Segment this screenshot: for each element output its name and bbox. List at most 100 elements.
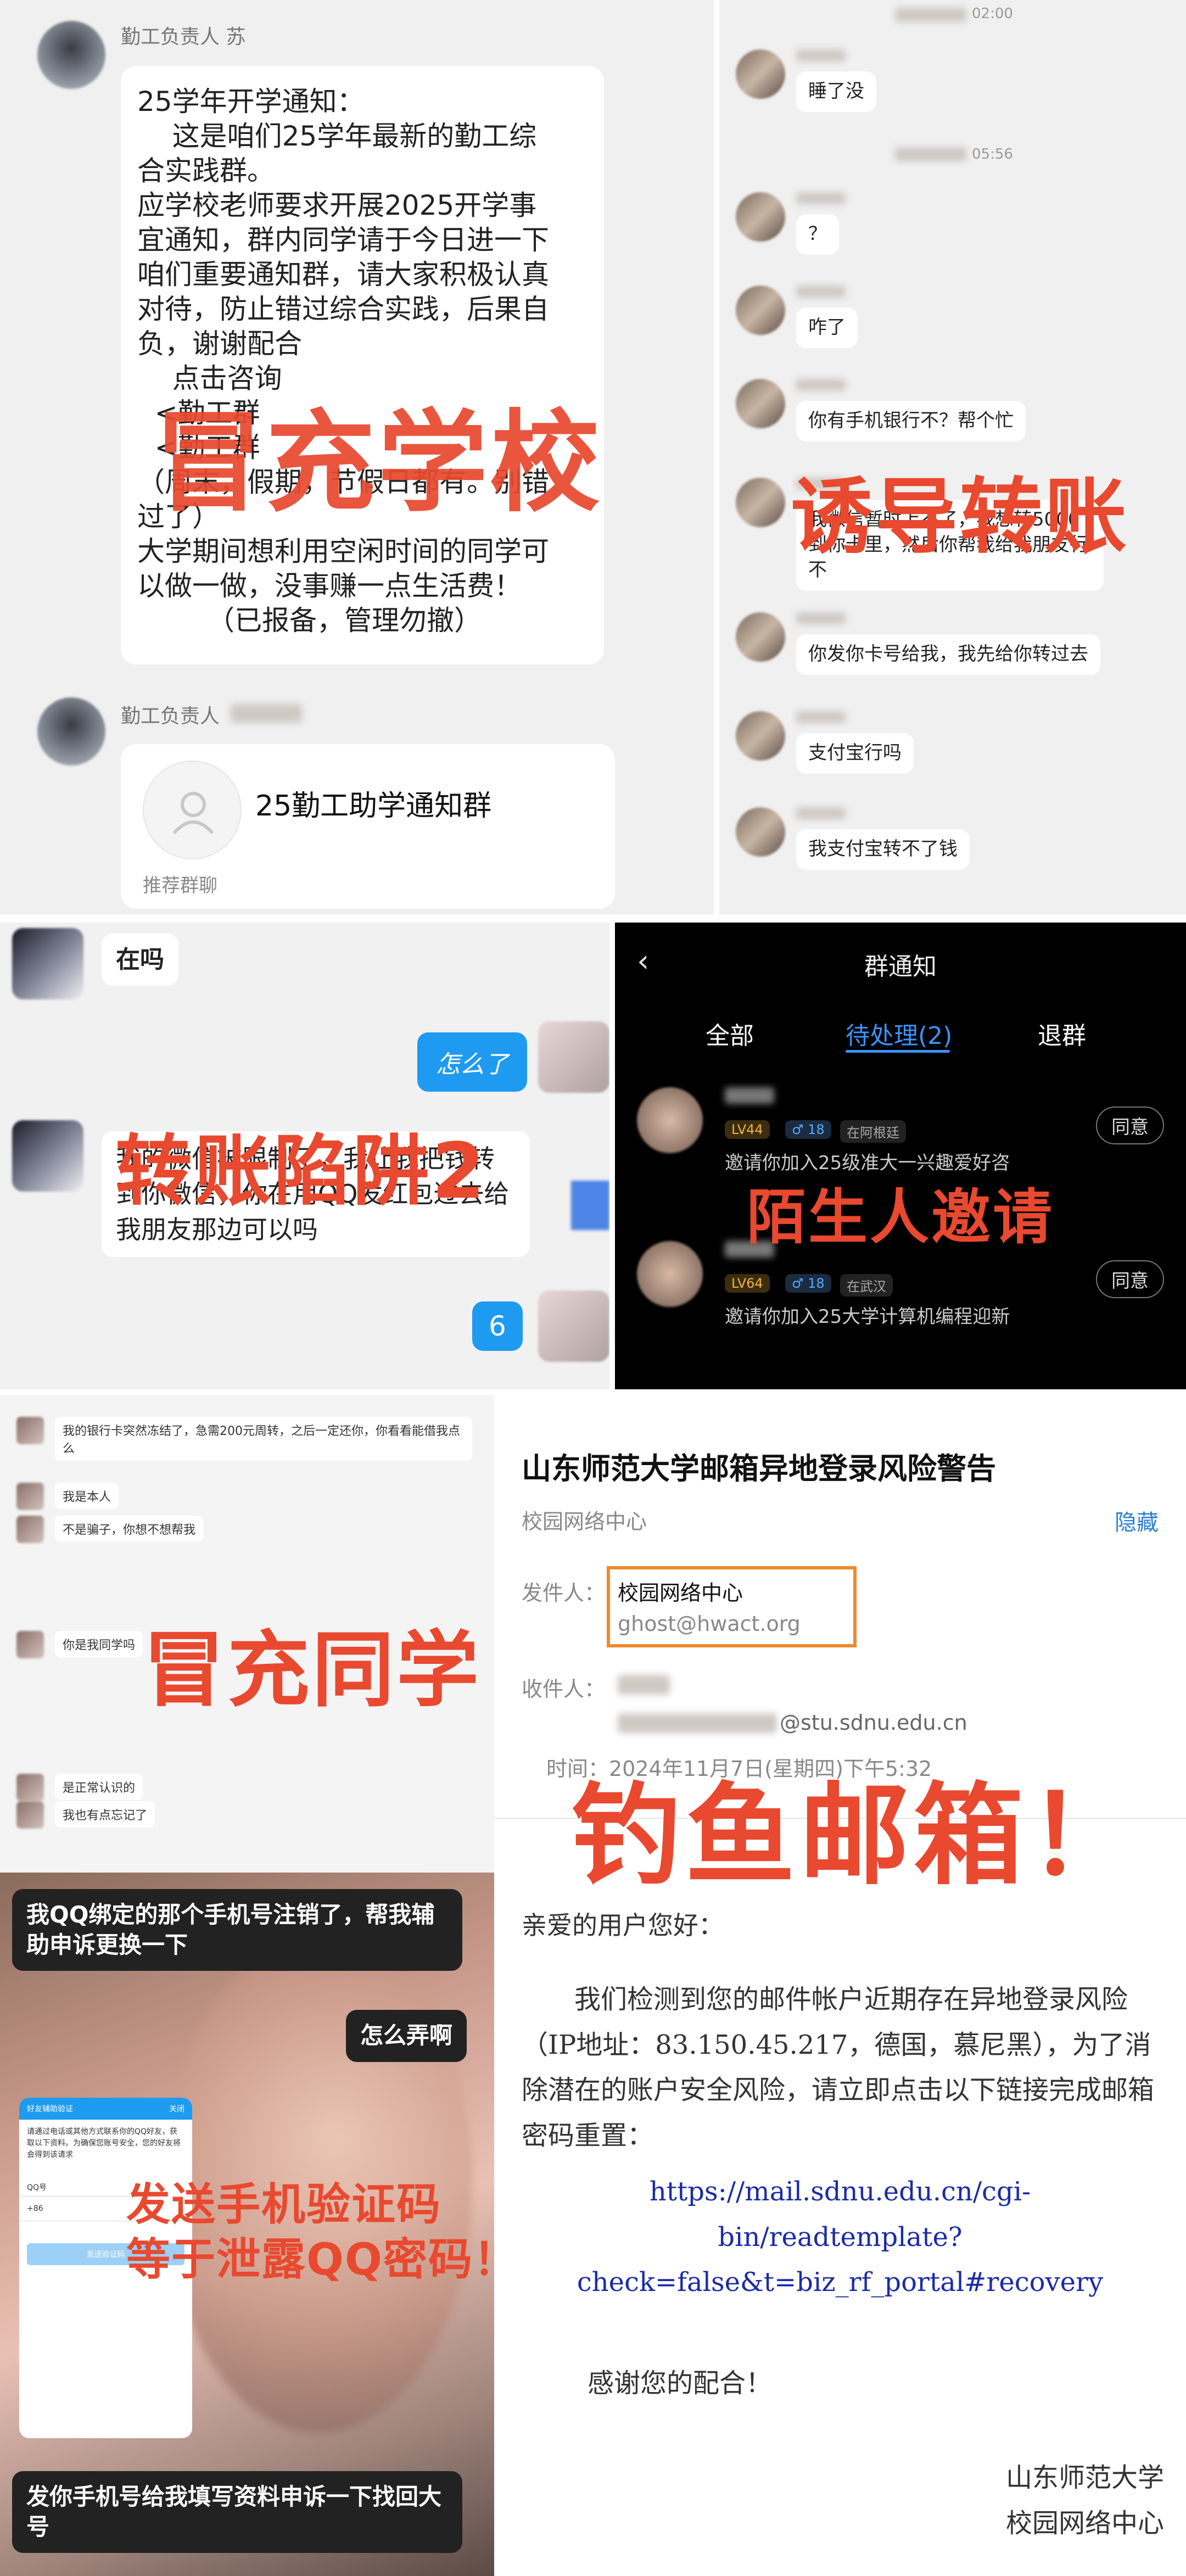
page-title: 群通知 (864, 953, 937, 981)
inviter-avatar[interactable] (637, 1241, 703, 1307)
sender-label: 发件人： (522, 1581, 606, 1605)
location-badge: 在阿根廷 (840, 1120, 906, 1143)
recipient-name-blur (618, 1675, 670, 1695)
contact-avatar[interactable] (16, 1417, 44, 1444)
thanks: 感谢您的配合！ (588, 2368, 773, 2399)
recipient-id-blur (618, 1713, 777, 1733)
email-body: 我们检测到您的邮件帐户近期存在异地登录风险（IP地址：83.150.45.217… (522, 1984, 1155, 2151)
warning-phishing-email: 钓鱼邮箱！ (571, 1771, 1143, 1900)
tab-all[interactable]: 全部 (706, 1016, 754, 1051)
level-badge: LV64 (725, 1274, 770, 1293)
msg-how: 怎么弄啊 (346, 2010, 467, 2062)
panel-induce-transfer: 02:00 05:56 睡了没？咋了 你有手机银行不？帮个忙 我微信暂时上不了，我想… (719, 0, 1186, 914)
warning-qq-code-line1: 发送手机验证码 (126, 2179, 441, 2230)
chat-message: 我支付宝转不了钱 (796, 829, 970, 870)
panel-fake-classmate: 我的银行卡突然冻结了，急需200元周转，之后一定还你，你看看能借我点么 我是本人不… (0, 1395, 494, 1873)
chat-message: 你发你卡号给我，我先给你转过去 (796, 634, 1100, 675)
email-subject: 山东师范大学邮箱异地登录风险警告 (522, 1451, 996, 1486)
msg-six: 6 (472, 1301, 523, 1351)
email-from-label: 校园网络中心 (522, 1510, 647, 1534)
notice-line: 合实践群。 (137, 155, 275, 187)
notice-line: 宜通知，群内同学请于今日进一下 (137, 224, 549, 256)
contact-avatar[interactable] (736, 49, 785, 99)
contact-name-blur (796, 807, 846, 819)
recipient-domain: @stu.sdnu.edu.cn (780, 1711, 967, 1735)
contact-avatar[interactable] (16, 1516, 44, 1543)
contact-avatar[interactable] (736, 379, 785, 428)
greeting: 亲爱的用户您好： (522, 1910, 724, 1940)
inviter-avatar[interactable] (637, 1087, 703, 1153)
sender-avatar-2[interactable] (37, 697, 105, 765)
reset-link[interactable]: https://mail.sdnu.edu.cn/cgi- bin/readte… (494, 2169, 1186, 2305)
contact-avatar[interactable] (16, 1774, 44, 1801)
phone-text: 请通过电话或其他方式联系你的QQ好友，获取以下资料。为确保您账号安全，您的好友将… (27, 2127, 181, 2159)
contact-avatar[interactable] (736, 478, 785, 527)
msg-zai-ma: 在吗 (102, 934, 178, 986)
contact-avatar[interactable] (16, 1483, 44, 1510)
reset-link-line3[interactable]: check=false&t=biz_rf_portal#recovery (494, 2260, 1186, 2305)
tab-pending[interactable]: 待处理(2) (846, 1016, 952, 1051)
chat-message: 睡了没 (796, 71, 876, 112)
contact-name-blur (796, 612, 846, 624)
panel-fake-school: 勤工负责人 苏 25学年开学通知： 这是咱们25学年最新的勤工综 合实践群。 应学校… (0, 0, 714, 914)
group-card[interactable]: 25勤工助学通知群 推荐群聊 (121, 744, 615, 909)
reset-link-line2[interactable]: bin/readtemplate? (494, 2215, 1186, 2260)
notice-line: 25学年开学通知： (137, 86, 365, 118)
agree-button[interactable]: 同意 (1096, 1107, 1164, 1144)
sender-name-blur (231, 704, 302, 723)
panel-phishing-email: 山东师范大学邮箱异地登录风险警告 校园网络中心 隐藏 发件人： 校园网络中心 g… (494, 1395, 1186, 2576)
contact-name-blur (796, 192, 846, 204)
contact-avatar[interactable] (736, 192, 785, 242)
chat-message: 不是骗子，你想不想帮我 (55, 1516, 204, 1542)
chat-message: ？ (796, 214, 839, 255)
contact-avatar[interactable] (736, 711, 785, 761)
gender-age-badge: ♂ 18 (785, 1274, 831, 1293)
notice-line: 负，谢谢配合 (137, 328, 302, 360)
warning-fake-school: 冒充学校 (154, 399, 602, 527)
my-avatar-2[interactable] (538, 1290, 609, 1362)
location-badge: 在武汉 (840, 1274, 893, 1297)
sender-avatar[interactable] (37, 21, 105, 89)
recipient-label: 收件人： (522, 1677, 606, 1701)
chat-message: 你有手机银行不？帮个忙 (796, 401, 1026, 442)
group-avatar (143, 761, 242, 859)
sender-name: 勤工负责人 苏 (121, 26, 246, 48)
hide-link[interactable]: 隐藏 (1115, 1505, 1159, 1536)
inviter-name-blur (725, 1087, 774, 1104)
person-icon (172, 792, 214, 835)
warning-stranger-invite: 陌生人邀请 (747, 1183, 1055, 1252)
tab-quit[interactable]: 退群 (1038, 1016, 1086, 1051)
contact-avatar[interactable] (16, 1801, 44, 1829)
panel-stranger-invite: ‹ 群通知 全部 待处理(2) 退群 LV44 ♂ 18 在阿根廷 邀请你加入25级准… (615, 923, 1186, 1389)
msg-phone-cancelled: 我QQ绑定的那个手机号注销了，帮我辅助申诉更换一下 (12, 1889, 462, 1971)
phone-close[interactable]: 关闭 (169, 2103, 184, 2114)
level-badge: LV44 (725, 1120, 770, 1139)
notice-line: 这是咱们25学年最新的勤工综 (137, 120, 537, 152)
contact-avatar-2[interactable] (12, 1120, 83, 1192)
notice-line: 应学校老师要求开展2025开学事 (137, 189, 537, 221)
notice-line: （已报备，管理勿撤） (137, 605, 482, 636)
reset-link-line1[interactable]: https://mail.sdnu.edu.cn/cgi- (494, 2169, 1186, 2215)
panel-transfer-trap: 在吗 怎么了 我的微信被限制了，我让我把钱转到你微信，你在用QQ发红包过去给我朋… (0, 923, 609, 1389)
contact-avatar[interactable] (736, 286, 785, 335)
contact-avatar[interactable] (736, 807, 785, 857)
time-0556: 05:56 (972, 146, 1013, 163)
contact-name-blur (796, 379, 846, 391)
chat-message: 我也有点忘记了 (55, 1801, 155, 1828)
contact-name-blur (796, 286, 846, 298)
chat-message: 是正常认识的 (55, 1774, 143, 1800)
notice-line: 咱们重要通知群，请大家积极认真 (137, 259, 549, 290)
invite-text: 邀请你加入25大学计算机编程迎新 (725, 1306, 1010, 1328)
contact-avatar[interactable] (736, 612, 785, 662)
my-avatar[interactable] (538, 1021, 609, 1093)
sender-name: 校园网络中心 (618, 1581, 743, 1605)
warning-transfer-trap: 转账陷阱2 (115, 1127, 488, 1216)
warning-qq-code-line2: 等于泄露QQ密码！ (126, 2234, 494, 2285)
contact-avatar[interactable] (12, 928, 83, 999)
panel-qq-code: 我QQ绑定的那个手机号注销了，帮我辅助申诉更换一下 怎么弄啊 好友辅助验证 关闭… (0, 1873, 494, 2576)
chat-message: 我是本人 (55, 1483, 119, 1509)
agree-button[interactable]: 同意 (1096, 1260, 1164, 1298)
msg-zenmele: 怎么了 (417, 1032, 527, 1092)
contact-avatar[interactable] (16, 1631, 44, 1658)
time-blur-1 (895, 8, 966, 22)
